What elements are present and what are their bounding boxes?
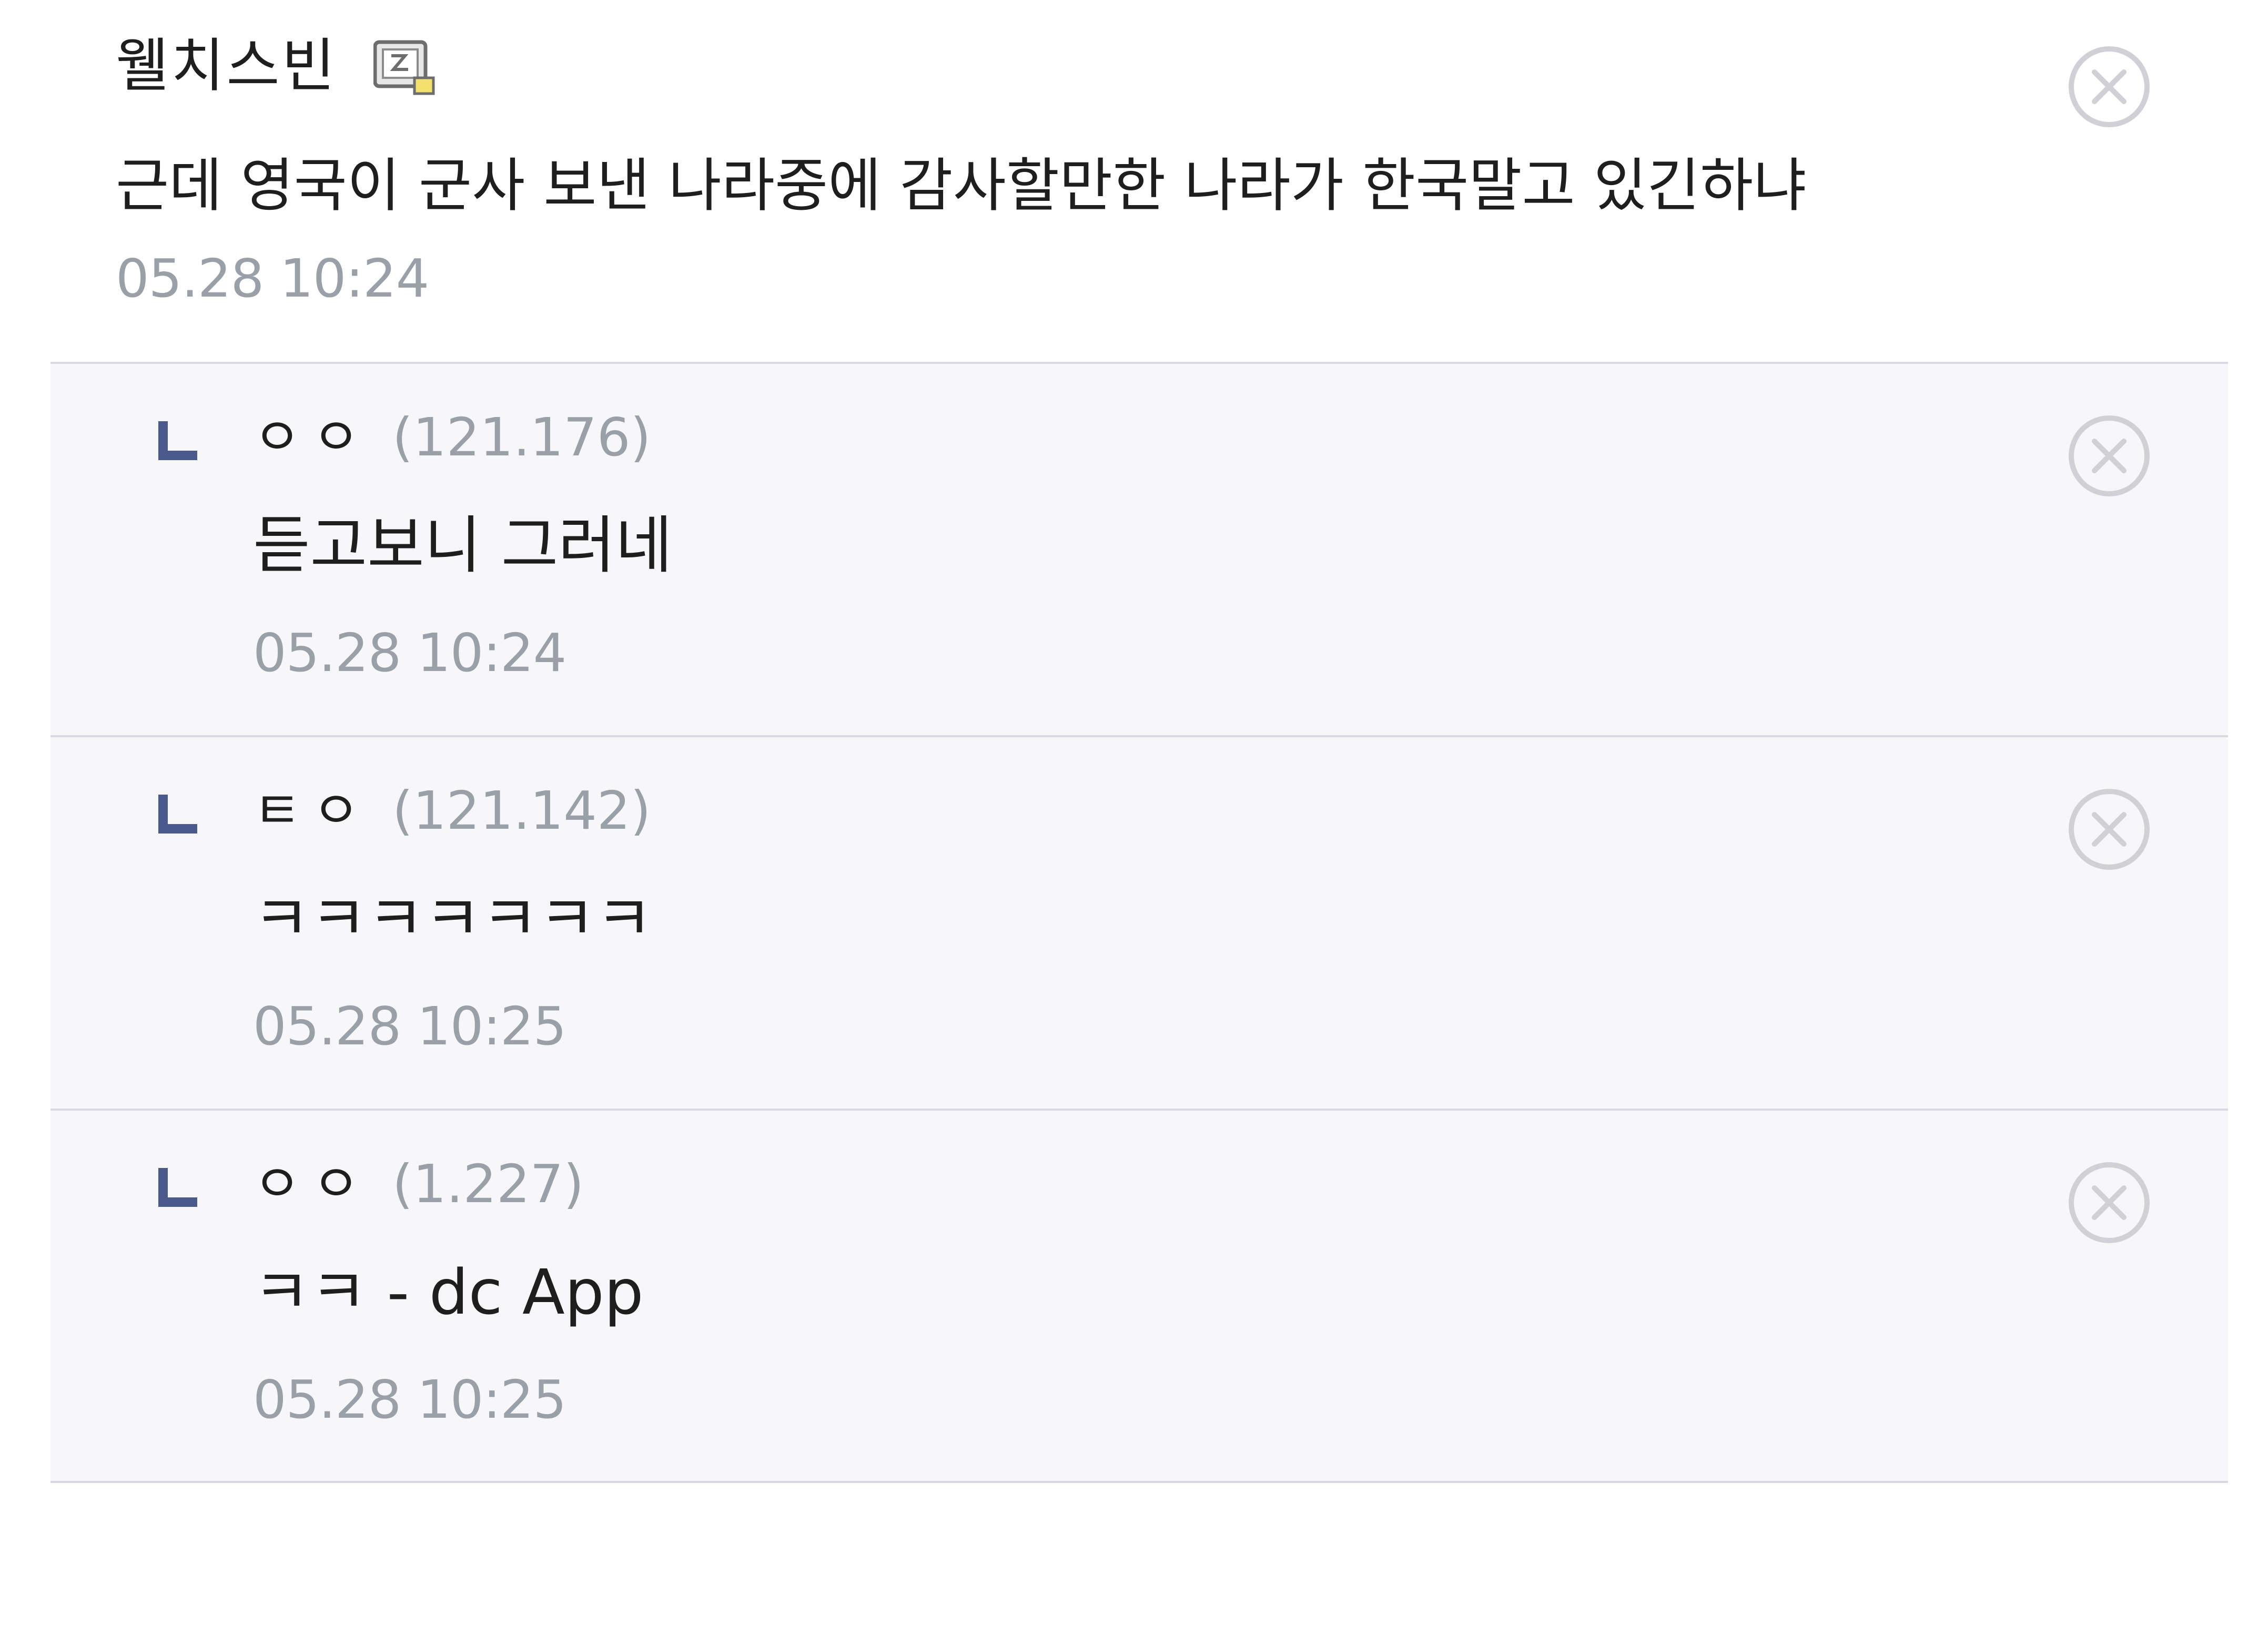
mobile-user-icon <box>373 40 435 95</box>
reply-ip: (121.142) <box>392 780 651 841</box>
reply-nickname[interactable]: ㅇㅇ <box>253 1147 371 1221</box>
reply-text: ㅋㅋ - dc App <box>253 1256 644 1328</box>
reply-arrow-icon <box>158 795 197 834</box>
reply-arrow-icon <box>158 421 197 460</box>
comment-timestamp: 05.28 10:24 <box>116 248 429 309</box>
comment-nickname[interactable]: 웰치스빈 <box>116 29 337 103</box>
reply-arrow-icon <box>158 1168 197 1207</box>
reply-nickname[interactable]: ㅇㅇ <box>253 401 371 474</box>
reply-text: 듣고보니 그러네 <box>253 509 673 582</box>
close-circle-icon[interactable] <box>2067 414 2151 498</box>
reply-item: ㅇㅇ (121.176) 듣고보니 그러네 05.28 10:24 <box>50 362 2228 735</box>
thread-divider <box>50 1481 2228 1483</box>
reply-timestamp: 05.28 10:25 <box>253 995 566 1057</box>
close-circle-icon[interactable] <box>2067 45 2151 129</box>
reply-text: ㅋㅋㅋㅋㅋㅋㅋ <box>253 882 653 955</box>
close-circle-icon[interactable] <box>2067 1161 2151 1245</box>
reply-timestamp: 05.28 10:24 <box>253 622 566 684</box>
reply-ip: (1.227) <box>392 1153 584 1215</box>
comment-text: 근데 영국이 군사 보낸 나라중에 감사할만한 나라가 한국말고 있긴하냐 <box>116 152 1807 219</box>
main-comment: 웰치스빈 근데 영국이 군사 보낸 나라중에 감사할만한 나라가 한국말고 있긴… <box>0 0 2268 363</box>
reply-timestamp: 05.28 10:25 <box>253 1369 566 1430</box>
reply-nickname[interactable]: ㅌㅇ <box>253 774 371 848</box>
reply-item: ㅇㅇ (1.227) ㅋㅋ - dc App 05.28 10:25 <box>50 1109 2228 1482</box>
reply-ip: (121.176) <box>392 406 651 468</box>
close-circle-icon[interactable] <box>2067 787 2151 871</box>
reply-item: ㅌㅇ (121.142) ㅋㅋㅋㅋㅋㅋㅋ 05.28 10:25 <box>50 735 2228 1109</box>
